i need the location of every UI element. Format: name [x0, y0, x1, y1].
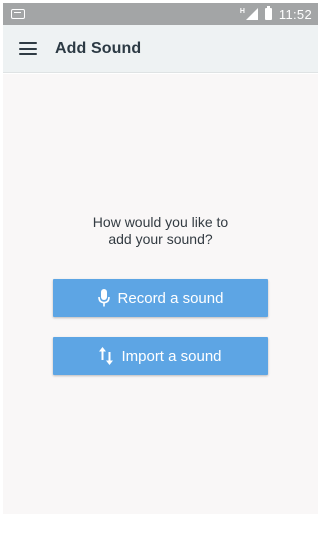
microphone-icon: [97, 289, 110, 307]
status-left: [11, 9, 25, 19]
menu-button[interactable]: [3, 25, 55, 73]
status-time: 11:52: [278, 6, 312, 22]
prompt-line-2: add your sound?: [108, 231, 213, 247]
record-sound-button[interactable]: Record a sound: [53, 279, 268, 317]
main-content: How would you like to add your sound? Re…: [3, 74, 318, 514]
prompt-line-1: How would you like to: [92, 214, 229, 230]
image-notification-icon: [11, 9, 25, 19]
prompt-text: How would you like to add your sound?: [3, 214, 318, 248]
import-sound-button[interactable]: Import a sound: [53, 337, 268, 375]
record-sound-label: Record a sound: [117, 289, 224, 307]
network-type-label: H: [239, 7, 245, 15]
battery-icon: [264, 6, 272, 20]
hamburger-menu-icon: [19, 42, 37, 55]
phone-screen: H 11:52 Add Sound How would you like to …: [3, 0, 318, 541]
signal-icon: [245, 8, 258, 20]
app-bar: Add Sound: [3, 25, 318, 73]
status-bar: H 11:52: [3, 3, 318, 25]
page-title: Add Sound: [55, 39, 142, 57]
status-right: H 11:52: [239, 6, 312, 22]
up-down-arrows-icon: [99, 346, 114, 366]
import-sound-label: Import a sound: [121, 347, 222, 365]
